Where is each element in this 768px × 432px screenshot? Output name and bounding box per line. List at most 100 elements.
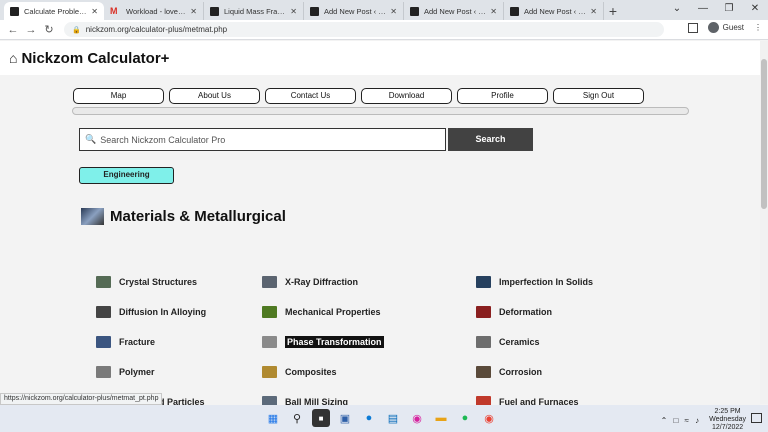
browser-tab-strip: Calculate Problems | N✕MWorkload - lovet… [0,0,768,20]
menu-icon[interactable]: ⋮ [754,23,762,32]
forward-icon[interactable]: → [22,24,40,36]
deformation-icon [476,306,491,318]
browser-tab[interactable]: M Workload - lovethidol ✕ [104,2,204,20]
materials-icon [81,208,104,225]
status-url: https://nickzom.org/calculator-plus/metm… [0,393,163,405]
widgets-icon[interactable]: ▣ [336,409,354,427]
topic-link[interactable]: Mechanical Properties [262,306,381,318]
topic-link[interactable]: Diffusion In Alloying [96,306,206,318]
side-panel-icon[interactable] [687,22,698,33]
mechanical-icon [262,306,277,318]
close-window-icon[interactable]: ✕ [742,0,768,20]
topic-link[interactable]: Phase Transformation [262,336,384,348]
close-tab-icon[interactable]: ✕ [490,7,497,16]
scrollbar-thumb[interactable] [761,59,767,209]
close-tab-icon[interactable]: ✕ [190,7,197,16]
browser-tab[interactable]: Add New Post ‹ Nickz ✕ [304,2,404,20]
tab-title: Add New Post ‹ Nickz [524,6,586,16]
topic-link[interactable]: Corrosion [476,366,542,378]
chrome-icon[interactable]: ◉ [480,409,498,427]
engineering-button[interactable]: Engineering [79,167,174,184]
store-icon[interactable]: ▤ [384,409,402,427]
search-button[interactable]: Search [448,128,533,151]
close-tab-icon[interactable]: ✕ [590,7,597,16]
browser-tab[interactable]: Liquid Mass Fraction ✕ [204,2,304,20]
browser-tab[interactable]: Calculate Problems | N✕ [4,2,104,20]
tab-title: Add New Post ‹ Nickz [324,6,386,16]
topic-link[interactable]: Ceramics [476,336,540,348]
xray-icon [262,276,277,288]
notification-icon[interactable] [751,413,762,423]
task-view-icon[interactable]: ■ [312,409,330,427]
browser-tab[interactable]: Add New Post ‹ Nickz ✕ [404,2,504,20]
topic-link[interactable]: Composites [262,366,337,378]
composites-icon [262,366,277,378]
topic-label: Diffusion In Alloying [119,307,207,317]
back-icon[interactable]: ← [4,24,22,36]
nav-scroll-track[interactable] [72,107,689,115]
nickzom-icon [10,6,19,16]
nav-button-download[interactable]: Download [361,88,452,104]
spotify-icon[interactable]: ● [456,409,474,427]
search-input[interactable]: 🔍 Search Nickzom Calculator Pro [79,128,446,151]
nav-button-about-us[interactable]: About Us [169,88,260,104]
corrosion-icon [476,366,491,378]
polymer-icon [96,366,111,378]
url-text: nickzom.org/calculator-plus/metmat.php [85,25,228,34]
page-scrollbar[interactable] [760,41,768,404]
home-icon[interactable]: ⌂ [9,50,17,66]
topic-link[interactable]: X-Ray Diffraction [262,276,358,288]
tab-search-icon[interactable]: ⌄ [664,0,690,20]
topic-label: Crystal Structures [119,277,198,287]
instagram-icon[interactable]: ◉ [408,409,426,427]
nav-button-contact-us[interactable]: Contact Us [265,88,356,104]
site-brand[interactable]: Nickzom Calculator+ [21,50,169,67]
edge-icon[interactable]: ● [360,409,378,427]
browser-tab[interactable]: Add New Post ‹ Nickz ✕ [504,2,604,20]
topic-link[interactable]: Imperfection In Solids [476,276,593,288]
close-tab-icon[interactable]: ✕ [290,7,297,16]
nickzom-icon [210,6,219,16]
system-tray-icons[interactable]: ⌃ □ ≈ ♪ [661,416,702,425]
topic-label: Fracture [119,337,156,347]
tab-title: Calculate Problems | N [24,6,88,16]
topic-label: Phase Transformation [285,336,384,348]
close-tab-icon[interactable]: ✕ [390,7,397,16]
topic-label: Composites [285,367,337,377]
file-explorer-icon[interactable]: ▬ [432,409,450,427]
ceramics-icon [476,336,491,348]
nav-button-sign-out[interactable]: Sign Out [553,88,644,104]
site-header: ⌂ Nickzom Calculator+ [0,41,760,75]
new-tab-button[interactable]: + [604,2,622,20]
profile-button[interactable]: Guest [707,22,744,33]
topic-link[interactable]: Crystal Structures [96,276,197,288]
topic-label: X-Ray Diffraction [285,277,359,287]
search-icon: 🔍 [85,134,97,144]
url-field[interactable]: 🔒 nickzom.org/calculator-plus/metmat.php [64,22,664,37]
nav-button-map[interactable]: Map [73,88,164,104]
crystal-icon [96,276,111,288]
profile-label: Guest [722,23,744,32]
minimize-icon[interactable]: — [690,0,716,20]
topic-link[interactable]: Fracture [96,336,155,348]
clock-day: Wednesday [709,416,746,423]
clock[interactable]: 2:25 PM Wednesday 12/7/2022 [709,408,746,432]
taskbar-search-icon[interactable]: ⚲ [288,409,306,427]
reload-icon[interactable]: ↻ [40,23,58,36]
nav-button-profile[interactable]: Profile [457,88,548,104]
topic-link[interactable]: Polymer [96,366,155,378]
topic-label: Corrosion [499,367,543,377]
imperfection-icon [476,276,491,288]
taskbar: ▦ ⚲ ■ ▣ ● ▤ ◉ ▬ ● ◉ ⌃ □ ≈ ♪ 2:25 PM Wedn… [0,405,768,432]
topic-link[interactable]: Deformation [476,306,552,318]
fracture-icon [96,336,111,348]
nickzom-icon [410,6,419,16]
phase-icon [262,336,277,348]
restore-icon[interactable]: ❐ [716,0,742,20]
topic-label: Imperfection In Solids [499,277,594,287]
main-nav: Map About Us Contact Us Download Profile Sign… [73,88,644,104]
lock-icon: 🔒 [72,26,81,34]
tab-title: Add New Post ‹ Nickz [424,6,486,16]
start-icon[interactable]: ▦ [264,409,282,427]
close-tab-icon[interactable]: ✕ [91,7,98,16]
